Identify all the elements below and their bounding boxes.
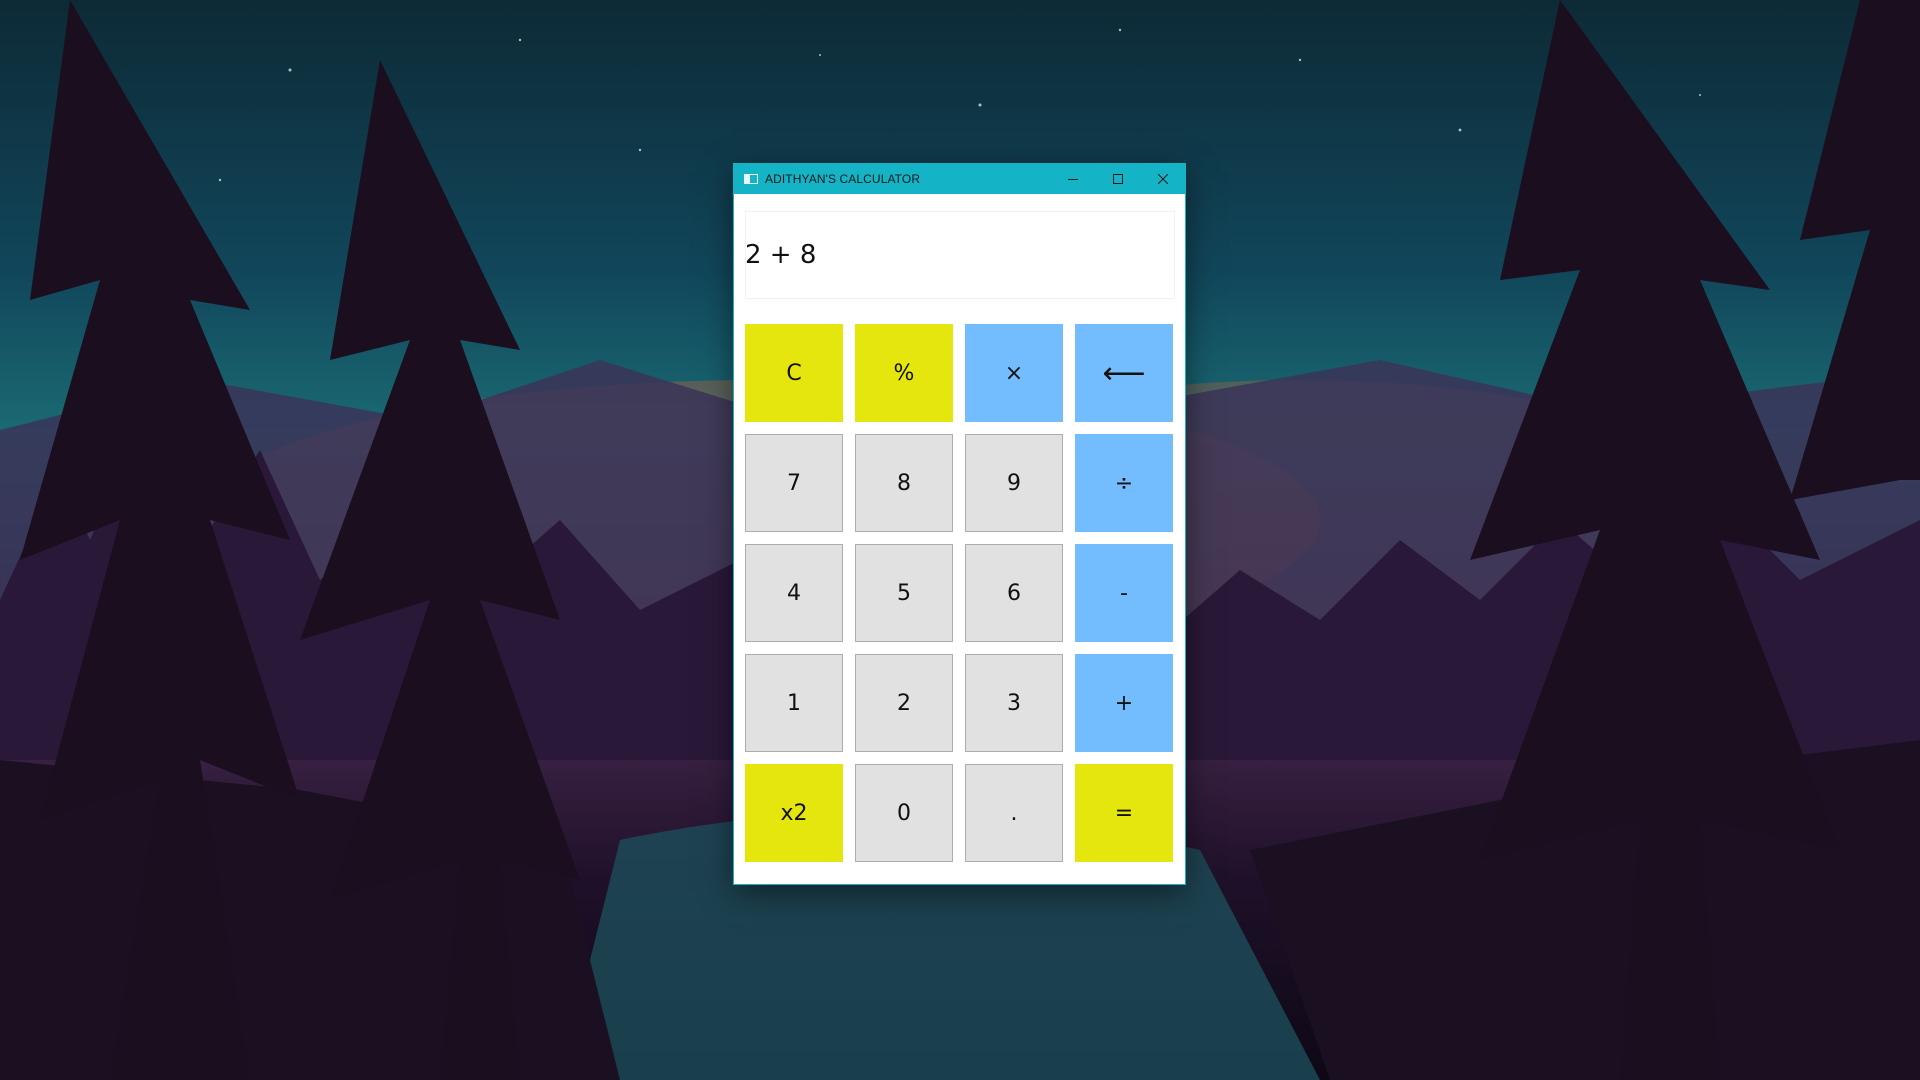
digit-2-button[interactable]: 2 xyxy=(855,654,953,752)
expression-display[interactable]: 2 + 8 xyxy=(745,211,1175,299)
keypad: C % × ⟵ 7 8 9 ÷ 4 5 6 - 1 2 3 + x2 0 . = xyxy=(745,324,1176,862)
calculator-body: 2 + 8 C % × ⟵ 7 8 9 ÷ 4 5 6 - 1 2 3 + x2 xyxy=(734,194,1185,884)
window-title: ADITHYAN'S CALCULATOR xyxy=(765,172,921,186)
percent-button[interactable]: % xyxy=(855,324,953,422)
digit-7-button[interactable]: 7 xyxy=(745,434,843,532)
divide-button[interactable]: ÷ xyxy=(1075,434,1173,532)
app-window-icon xyxy=(744,174,758,184)
decimal-point-button[interactable]: . xyxy=(965,764,1063,862)
digit-6-button[interactable]: 6 xyxy=(965,544,1063,642)
backspace-button[interactable]: ⟵ xyxy=(1075,324,1173,422)
close-icon xyxy=(1157,174,1168,184)
equals-button[interactable]: = xyxy=(1075,764,1173,862)
maximize-button[interactable] xyxy=(1095,164,1140,194)
digit-5-button[interactable]: 5 xyxy=(855,544,953,642)
title-bar[interactable]: ADITHYAN'S CALCULATOR xyxy=(734,164,1185,194)
digit-8-button[interactable]: 8 xyxy=(855,434,953,532)
minimize-icon xyxy=(1067,179,1078,180)
digit-0-button[interactable]: 0 xyxy=(855,764,953,862)
digit-1-button[interactable]: 1 xyxy=(745,654,843,752)
digit-3-button[interactable]: 3 xyxy=(965,654,1063,752)
multiply-button[interactable]: × xyxy=(965,324,1063,422)
maximize-icon xyxy=(1112,174,1123,184)
calculator-window: ADITHYAN'S CALCULATOR 2 + 8 C % × ⟵ 7 8 xyxy=(734,164,1185,884)
square-button[interactable]: x2 xyxy=(745,764,843,862)
clear-button[interactable]: C xyxy=(745,324,843,422)
subtract-button[interactable]: - xyxy=(1075,544,1173,642)
expression-text: 2 + 8 xyxy=(745,240,817,270)
desktop: ADITHYAN'S CALCULATOR 2 + 8 C % × ⟵ 7 8 xyxy=(0,0,1920,1080)
add-button[interactable]: + xyxy=(1075,654,1173,752)
close-button[interactable] xyxy=(1140,164,1185,194)
digit-4-button[interactable]: 4 xyxy=(745,544,843,642)
minimize-button[interactable] xyxy=(1050,164,1095,194)
digit-9-button[interactable]: 9 xyxy=(965,434,1063,532)
